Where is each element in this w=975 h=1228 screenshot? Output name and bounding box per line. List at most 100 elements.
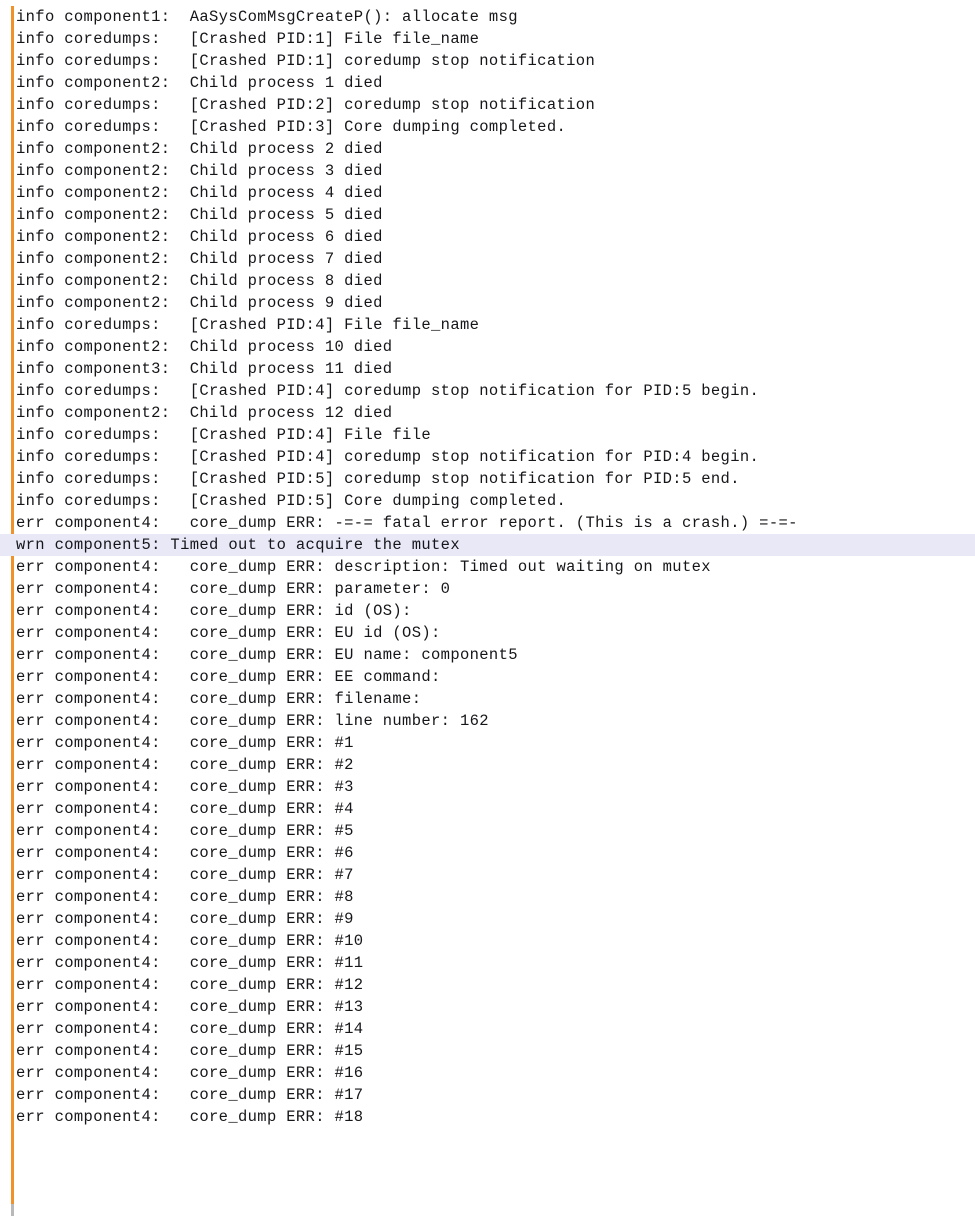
log-line[interactable]: err component4: core_dump ERR: #11 [0,952,975,974]
log-line[interactable]: info component2: Child process 8 died [0,270,975,292]
log-line[interactable]: info component2: Child process 1 died [0,72,975,94]
log-line-text: err component4: core_dump ERR: #5 [16,822,354,840]
log-line[interactable]: info component2: Child process 5 died [0,204,975,226]
log-line-text: err component4: core_dump ERR: descripti… [16,558,711,576]
log-line[interactable]: err component4: core_dump ERR: #4 [0,798,975,820]
log-line[interactable]: err component4: core_dump ERR: #9 [0,908,975,930]
log-line[interactable]: err component4: core_dump ERR: #16 [0,1062,975,1084]
log-line[interactable]: info component2: Child process 9 died [0,292,975,314]
log-line[interactable]: err component4: core_dump ERR: #5 [0,820,975,842]
log-line[interactable]: err component4: core_dump ERR: EE comman… [0,666,975,688]
log-line-text: info component2: Child process 7 died [16,250,383,268]
log-line-text: info component2: Child process 2 died [16,140,383,158]
log-line-text: err component4: core_dump ERR: #7 [16,866,354,884]
log-line-text: info coredumps: [Crashed PID:2] coredump… [16,96,596,114]
log-line[interactable]: info component2: Child process 12 died [0,402,975,424]
log-line[interactable]: err component4: core_dump ERR: line numb… [0,710,975,732]
log-line-text: info coredumps: [Crashed PID:4] File fil… [16,426,432,444]
log-line-text: err component4: core_dump ERR: #8 [16,888,354,906]
log-line[interactable]: info component2: Child process 6 died [0,226,975,248]
log-line-text: info coredumps: [Crashed PID:4] File fil… [16,316,480,334]
log-line-list[interactable]: info component1: AaSysComMsgCreateP(): a… [0,6,975,1128]
log-line-text: err component4: core_dump ERR: EU name: … [16,646,518,664]
log-line[interactable]: err component4: core_dump ERR: #13 [0,996,975,1018]
log-line-text: err component4: core_dump ERR: #18 [16,1108,364,1126]
log-line-text: info coredumps: [Crashed PID:4] coredump… [16,448,760,466]
log-line[interactable]: err component4: core_dump ERR: #14 [0,1018,975,1040]
log-line-text: err component4: core_dump ERR: filename: [16,690,422,708]
log-line[interactable]: err component4: core_dump ERR: id (OS): [0,600,975,622]
log-line[interactable]: info coredumps: [Crashed PID:3] Core dum… [0,116,975,138]
log-line[interactable]: info component2: Child process 4 died [0,182,975,204]
log-line[interactable]: err component4: core_dump ERR: #1 [0,732,975,754]
log-line-text: info coredumps: [Crashed PID:5] coredump… [16,470,740,488]
log-line[interactable]: err component4: core_dump ERR: EU id (OS… [0,622,975,644]
log-line-text: err component4: core_dump ERR: id (OS): [16,602,412,620]
log-line-text: info component2: Child process 12 died [16,404,393,422]
log-line[interactable]: err component4: core_dump ERR: #8 [0,886,975,908]
log-line[interactable]: info coredumps: [Crashed PID:1] coredump… [0,50,975,72]
log-line[interactable]: info component2: Child process 3 died [0,160,975,182]
log-line-text: err component4: core_dump ERR: EU id (OS… [16,624,441,642]
log-line[interactable]: err component4: core_dump ERR: #12 [0,974,975,996]
log-line[interactable]: err component4: core_dump ERR: #18 [0,1106,975,1128]
log-line-text: info coredumps: [Crashed PID:1] File fil… [16,30,480,48]
log-line[interactable]: err component4: core_dump ERR: filename: [0,688,975,710]
log-line[interactable]: err component4: core_dump ERR: -=-= fata… [0,512,975,534]
log-line-text: err component4: core_dump ERR: #16 [16,1064,364,1082]
log-line-text: err component4: core_dump ERR: #13 [16,998,364,1016]
log-line[interactable]: info component3: Child process 11 died [0,358,975,380]
log-line[interactable]: info component2: Child process 2 died [0,138,975,160]
log-line-text: info coredumps: [Crashed PID:1] coredump… [16,52,596,70]
log-line[interactable]: info coredumps: [Crashed PID:4] File fil… [0,424,975,446]
log-line-text: info coredumps: [Crashed PID:5] Core dum… [16,492,567,510]
log-line-text: err component4: core_dump ERR: #4 [16,800,354,818]
log-line-text: err component4: core_dump ERR: #1 [16,734,354,752]
log-line[interactable]: info coredumps: [Crashed PID:5] coredump… [0,468,975,490]
log-line[interactable]: err component4: core_dump ERR: #2 [0,754,975,776]
log-line[interactable]: info component2: Child process 7 died [0,248,975,270]
log-line-text: err component4: core_dump ERR: #11 [16,954,364,972]
log-line-text: err component4: core_dump ERR: #3 [16,778,354,796]
log-line[interactable]: wrn component5: Timed out to acquire the… [0,534,975,556]
log-line[interactable]: info coredumps: [Crashed PID:4] coredump… [0,380,975,402]
log-line-text: err component4: core_dump ERR: #9 [16,910,354,928]
log-line-text: info component2: Child process 6 died [16,228,383,246]
log-line[interactable]: info coredumps: [Crashed PID:4] coredump… [0,446,975,468]
log-line-text: info coredumps: [Crashed PID:4] coredump… [16,382,760,400]
log-line-text: err component4: core_dump ERR: line numb… [16,712,489,730]
log-line-text: info component2: Child process 3 died [16,162,383,180]
log-line-text: err component4: core_dump ERR: #2 [16,756,354,774]
log-line-text: info component2: Child process 10 died [16,338,393,356]
log-line[interactable]: err component4: core_dump ERR: #6 [0,842,975,864]
log-line[interactable]: info coredumps: [Crashed PID:1] File fil… [0,28,975,50]
log-line-text: err component4: core_dump ERR: -=-= fata… [16,514,798,532]
log-line-text: err component4: core_dump ERR: #12 [16,976,364,994]
log-line-text: err component4: core_dump ERR: #15 [16,1042,364,1060]
log-line-text: wrn component5: Timed out to acquire the… [16,536,460,554]
log-line-text: info component2: Child process 8 died [16,272,383,290]
log-line[interactable]: info component1: AaSysComMsgCreateP(): a… [0,6,975,28]
log-line-text: info component2: Child process 5 died [16,206,383,224]
log-line-text: err component4: core_dump ERR: #10 [16,932,364,950]
log-line[interactable]: err component4: core_dump ERR: #7 [0,864,975,886]
log-line[interactable]: err component4: core_dump ERR: EU name: … [0,644,975,666]
log-line-text: info component2: Child process 1 died [16,74,383,92]
log-line[interactable]: err component4: core_dump ERR: #17 [0,1084,975,1106]
log-line[interactable]: err component4: core_dump ERR: #10 [0,930,975,952]
log-line[interactable]: err component4: core_dump ERR: #15 [0,1040,975,1062]
log-line[interactable]: err component4: core_dump ERR: #3 [0,776,975,798]
log-line[interactable]: err component4: core_dump ERR: descripti… [0,556,975,578]
log-viewer: info component1: AaSysComMsgCreateP(): a… [0,0,975,1228]
log-line[interactable]: err component4: core_dump ERR: parameter… [0,578,975,600]
log-line[interactable]: info component2: Child process 10 died [0,336,975,358]
log-line[interactable]: info coredumps: [Crashed PID:2] coredump… [0,94,975,116]
log-line-text: err component4: core_dump ERR: EE comman… [16,668,441,686]
log-line-text: err component4: core_dump ERR: #14 [16,1020,364,1038]
log-line[interactable]: info coredumps: [Crashed PID:5] Core dum… [0,490,975,512]
log-line-text: info component3: Child process 11 died [16,360,393,378]
log-line-text: err component4: core_dump ERR: #17 [16,1086,364,1104]
log-line[interactable]: info coredumps: [Crashed PID:4] File fil… [0,314,975,336]
log-line-text: err component4: core_dump ERR: #6 [16,844,354,862]
log-line-text: err component4: core_dump ERR: parameter… [16,580,451,598]
